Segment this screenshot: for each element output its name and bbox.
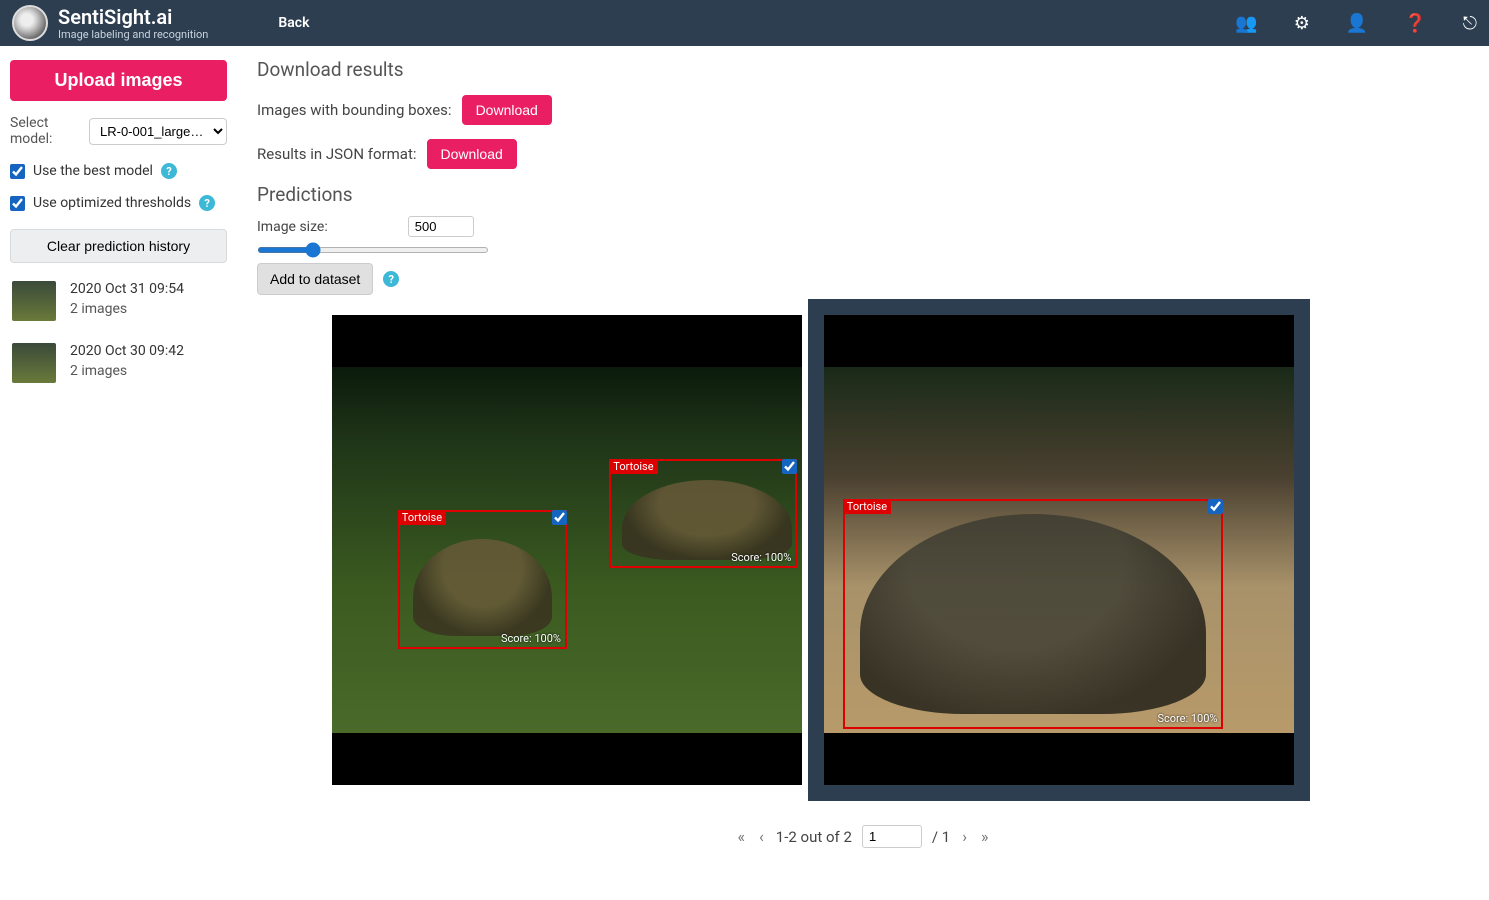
add-dataset-help-icon[interactable]: ? <box>383 271 399 287</box>
pager-page-input[interactable] <box>862 825 922 848</box>
tortoise-shape <box>622 480 791 560</box>
history-item[interactable]: 2020 Oct 31 09:54 2 images <box>10 277 227 325</box>
bbox-label: Tortoise <box>609 459 657 474</box>
logo-icon <box>12 5 48 41</box>
back-link[interactable]: Back <box>278 15 309 31</box>
pager-total: / 1 <box>932 828 950 846</box>
bbox-score: Score: 100% <box>731 551 791 564</box>
header-actions: 👥 ⚙ 👤 ❓ ⎋ <box>1235 13 1477 34</box>
use-optimized-thresholds-checkbox[interactable] <box>10 196 25 211</box>
bounding-box[interactable]: Tortoise Score: 100% <box>843 499 1224 730</box>
best-model-help-icon[interactable]: ? <box>161 163 177 179</box>
content: Download results Images with bounding bo… <box>237 46 1489 878</box>
json-download-label: Results in JSON format: <box>257 145 417 163</box>
top-bar: SentiSight.ai Image labeling and recogni… <box>0 0 1489 46</box>
history-count: 2 images <box>70 363 184 379</box>
history-date: 2020 Oct 31 09:54 <box>70 281 184 297</box>
use-optimized-thresholds-label: Use optimized thresholds <box>33 195 191 211</box>
pager-last-icon[interactable]: » <box>979 827 991 846</box>
brand-tagline: Image labeling and recognition <box>58 29 208 40</box>
history-thumbnail <box>12 343 56 383</box>
use-best-model-checkbox[interactable] <box>10 164 25 179</box>
download-json-button[interactable]: Download <box>427 139 517 169</box>
history-date: 2020 Oct 30 09:42 <box>70 343 184 359</box>
users-icon[interactable]: 👥 <box>1235 13 1257 34</box>
use-best-model-label: Use the best model <box>33 163 153 179</box>
optimized-help-icon[interactable]: ? <box>199 195 215 211</box>
bbox-score: Score: 100% <box>1157 712 1217 725</box>
bbox-checkbox[interactable] <box>1208 499 1223 514</box>
download-bbox-button[interactable]: Download <box>462 95 552 125</box>
logo[interactable]: SentiSight.ai Image labeling and recogni… <box>12 5 208 41</box>
select-model-label: Select model: <box>10 115 83 147</box>
bbox-label: Tortoise <box>843 499 891 514</box>
pager-next-icon[interactable]: › <box>960 827 969 846</box>
upload-images-button[interactable]: Upload images <box>10 60 227 101</box>
gear-icon[interactable]: ⚙ <box>1294 13 1310 34</box>
sidebar: Upload images Select model: LR-0-001_lar… <box>0 46 237 878</box>
image-size-slider[interactable] <box>257 247 489 253</box>
bbox-score: Score: 100% <box>501 632 561 645</box>
add-to-dataset-button[interactable]: Add to dataset <box>257 263 373 295</box>
bbox-checkbox[interactable] <box>782 459 797 474</box>
logout-icon[interactable]: ⎋ <box>1463 13 1477 34</box>
prediction-image-selected[interactable]: Tortoise Score: 100% <box>824 315 1294 785</box>
tortoise-shape <box>860 514 1207 713</box>
image-size-input[interactable] <box>408 216 474 237</box>
bbox-label: Tortoise <box>398 510 446 525</box>
pager-range: 1-2 out of 2 <box>776 828 852 846</box>
help-icon[interactable]: ❓ <box>1404 13 1426 34</box>
image-content: Tortoise Score: 100% Tortoise Score: 100… <box>332 367 802 733</box>
history-count: 2 images <box>70 301 184 317</box>
image-content: Tortoise Score: 100% <box>824 367 1294 733</box>
brand-name: SentiSight.ai <box>58 7 208 27</box>
pager-first-icon[interactable]: « <box>735 827 747 846</box>
predictions-title: Predictions <box>257 183 1469 206</box>
clear-history-button[interactable]: Clear prediction history <box>10 229 227 263</box>
bbox-download-label: Images with bounding boxes: <box>257 101 452 119</box>
model-select[interactable]: LR-0-001_large… <box>89 118 227 145</box>
history-item[interactable]: 2020 Oct 30 09:42 2 images <box>10 339 227 387</box>
bounding-box[interactable]: Tortoise Score: 100% <box>609 459 797 569</box>
bbox-checkbox[interactable] <box>552 510 567 525</box>
history-thumbnail <box>12 281 56 321</box>
pager-prev-icon[interactable]: ‹ <box>757 827 766 846</box>
user-icon[interactable]: 👤 <box>1346 13 1368 34</box>
bounding-box[interactable]: Tortoise Score: 100% <box>398 510 567 649</box>
prediction-image[interactable]: Tortoise Score: 100% Tortoise Score: 100… <box>332 315 802 785</box>
image-size-label: Image size: <box>257 219 328 235</box>
download-results-title: Download results <box>257 58 1469 81</box>
tortoise-shape <box>413 539 552 636</box>
pager: « ‹ 1-2 out of 2 / 1 › » <box>257 825 1469 848</box>
